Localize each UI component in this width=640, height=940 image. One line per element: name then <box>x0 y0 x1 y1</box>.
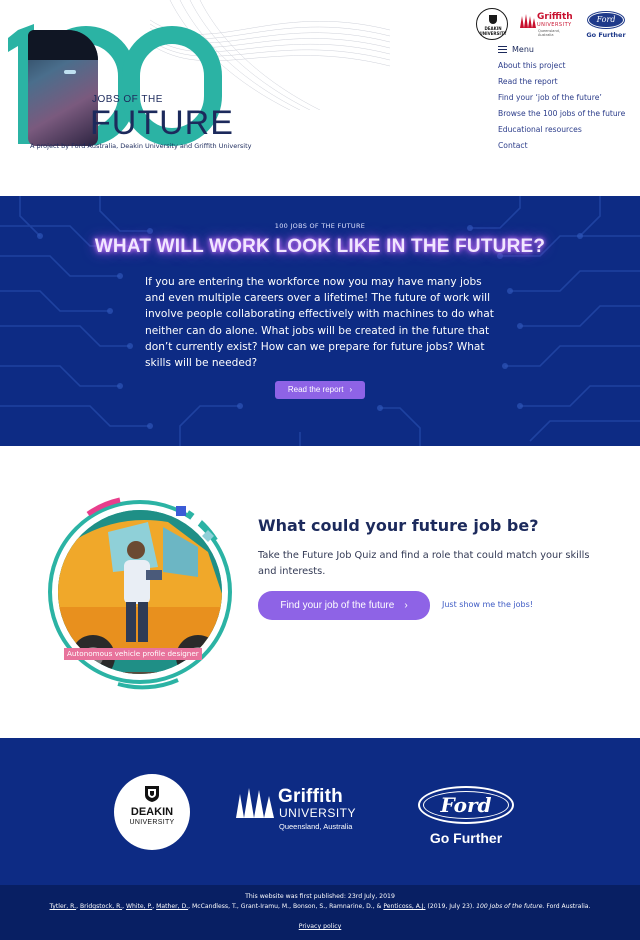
hero-title: WHAT WILL WORK LOOK LIKE IN THE FUTURE? <box>94 236 546 257</box>
chevron-right-icon: › <box>349 385 353 394</box>
menu-label: Menu <box>512 44 534 54</box>
read-report-label: Read the report <box>287 385 344 394</box>
quiz-title: What could your future job be? <box>258 516 539 535</box>
logo-future: FUTURE <box>90 104 234 142</box>
partner-logos-header: DEAKIN UNIVERSITY Griffith UNIVERSITY Que… <box>476 8 628 42</box>
show-jobs-link[interactable]: Just show me the jobs! <box>442 600 533 609</box>
site-footer: This website was first published: 23rd J… <box>0 885 640 940</box>
quiz-text: Take the Future Job Quiz and find a role… <box>258 550 590 577</box>
main-nav: Menu About this project Read the report … <box>498 42 638 154</box>
quiz-section: Autonomous vehicle profile designer What… <box>0 446 640 738</box>
nav-item-about[interactable]: About this project <box>498 58 638 74</box>
menu-toggle[interactable]: Menu <box>498 42 638 56</box>
project-tagline: A project by Ford Australia, Deakin Univ… <box>30 142 252 150</box>
ford-logo[interactable]: Ford Go Further <box>586 12 626 42</box>
partners-section: DEAKIN UNIVERSITY Griffith UNIVERSITY Qu… <box>0 738 640 885</box>
griffith-logo[interactable]: Griffith UNIVERSITY Queensland, Australi… <box>520 12 576 38</box>
menu-icon <box>498 45 507 53</box>
find-job-label: Find your job of the future <box>280 600 395 611</box>
nav-item-find-job[interactable]: Find your ‘job of the future’ <box>498 90 638 106</box>
nav-item-contact[interactable]: Contact <box>498 138 638 154</box>
author-link-tytler[interactable]: Tytler, R. <box>50 903 77 910</box>
hero-body: If you are entering the workforce now yo… <box>145 276 494 370</box>
author-link-penticoss[interactable]: Penticoss, A.J. <box>383 903 425 910</box>
author-link-white[interactable]: White, P. <box>126 903 152 910</box>
griffith-logo-large[interactable]: Griffith UNIVERSITY Queensland, Australi… <box>236 786 360 838</box>
griffith-mark-icon <box>520 14 536 28</box>
hero-eyebrow: 100 JOBS OF THE FUTURE <box>274 222 366 230</box>
deakin-shield-icon <box>145 786 159 802</box>
privacy-policy-link[interactable]: Privacy policy <box>299 923 342 930</box>
site-logo[interactable]: JOBS OF THE FUTURE <box>0 14 250 154</box>
nav-item-browse-jobs[interactable]: Browse the 100 jobs of the future <box>498 106 638 122</box>
citation: Tytler, R., Bridgstock, R., White, P., M… <box>49 903 591 910</box>
deakin-logo-large[interactable]: DEAKIN UNIVERSITY <box>114 774 190 850</box>
chevron-right-icon: › <box>404 600 408 611</box>
citation-publisher: Ford Australia. <box>546 903 591 910</box>
illustration-caption: Autonomous vehicle profile designer <box>64 648 202 660</box>
deakin-logo[interactable]: DEAKIN UNIVERSITY <box>476 8 508 40</box>
find-job-button[interactable]: Find your job of the future › <box>258 591 430 620</box>
author-link-bridgstock[interactable]: Bridgstock, R. <box>80 903 122 910</box>
griffith-mark-icon <box>236 788 274 818</box>
citation-middle: McCandless, T., Grant-Iramu, M., Bonson,… <box>191 903 382 910</box>
privacy-row: Privacy policy <box>0 923 640 930</box>
author-link-mather[interactable]: Mather, D. <box>156 903 188 910</box>
logo-portrait-image <box>28 30 98 146</box>
hero-section: 100 JOBS OF THE FUTURE WHAT WILL WORK LO… <box>0 196 640 446</box>
site-header: JOBS OF THE FUTURE A project by Ford Aus… <box>0 0 640 196</box>
read-report-button[interactable]: Read the report › <box>275 381 365 399</box>
nav-item-educational-resources[interactable]: Educational resources <box>498 122 638 138</box>
citation-title: 100 Jobs of the future. <box>476 903 545 910</box>
citation-year: (2019, July 23). <box>427 903 475 910</box>
job-illustration-image <box>48 497 232 690</box>
published-date: This website was first published: 23rd J… <box>245 893 395 900</box>
ford-logo-large[interactable]: Ford Go Further <box>416 786 516 850</box>
nav-item-read-report[interactable]: Read the report <box>498 74 638 90</box>
